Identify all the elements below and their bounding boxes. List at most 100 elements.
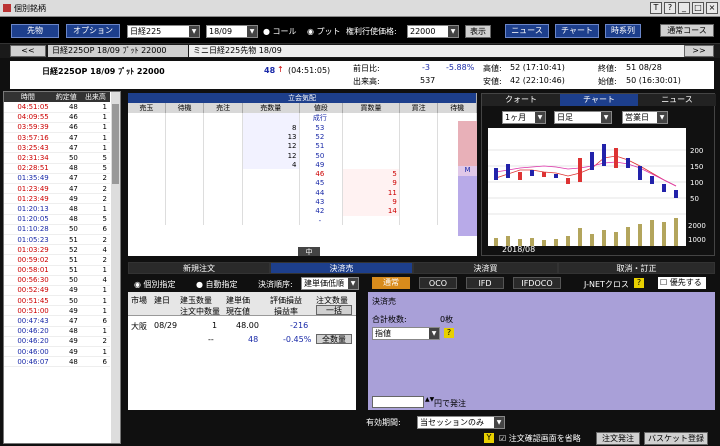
tab-option-put[interactable]: 日経225OP 18/09 ﾌﾟｯﾄ 22000 xyxy=(48,45,188,57)
board-row[interactable]: 13 52 xyxy=(128,132,477,142)
center-button[interactable]: 中 xyxy=(298,247,320,256)
board-sell-qty: 12 xyxy=(242,150,300,161)
price-input[interactable] xyxy=(372,396,424,408)
tick-time: 03:25:43 xyxy=(4,142,52,154)
board-cell xyxy=(399,150,439,161)
board-buy-qty xyxy=(342,215,400,226)
candle-type-select[interactable]: 日足 ▼ xyxy=(554,111,612,124)
tick-volume: 1 xyxy=(80,142,110,154)
tab-cancel[interactable]: 取消・訂正 xyxy=(558,262,715,274)
tick-row: 00:46:00 49 1 xyxy=(4,346,110,358)
course-button[interactable]: 通常コース xyxy=(660,24,714,37)
board-row[interactable]: 12 50 xyxy=(128,150,477,161)
call-radio[interactable]: ● コール xyxy=(263,26,297,37)
help-icon[interactable]: ? xyxy=(634,278,644,288)
basket-button[interactable]: バスケット登録 xyxy=(644,432,708,445)
tick-header-price: 約定値 xyxy=(51,92,81,102)
help-icon[interactable]: ? xyxy=(444,328,454,338)
board-buy-qty xyxy=(342,141,400,151)
order-sequence-select[interactable]: 建単価低順 ▼ xyxy=(301,277,359,290)
board-cell xyxy=(128,150,166,161)
board-row[interactable]: 45 9 xyxy=(128,178,477,189)
board-row[interactable]: 42 14 xyxy=(128,206,477,216)
symbol-value: 日経225 xyxy=(130,27,162,36)
board-row[interactable]: 4 49 xyxy=(128,160,477,170)
tab-chart[interactable]: チャート xyxy=(560,94,638,106)
validity-select[interactable]: 当セッションのみ ▼ xyxy=(417,416,505,429)
board-cell xyxy=(203,169,243,179)
ifdoco-button[interactable]: IFDOCO xyxy=(513,277,561,289)
normal-button[interactable]: 通常 xyxy=(372,277,410,289)
strike-select[interactable]: 22000 ▼ xyxy=(407,25,459,38)
board-row[interactable]: - xyxy=(128,215,477,226)
scroll-thumb[interactable] xyxy=(112,104,119,184)
price-stepper-icon[interactable]: ▲▼ xyxy=(425,396,434,403)
text-mode-button[interactable]: T xyxy=(650,2,662,14)
chevron-down-icon: ▼ xyxy=(448,26,458,37)
instrument-name: 日経225OP 18/09 ﾌﾟｯﾄ 22000 xyxy=(42,67,165,76)
board-row[interactable]: 8 53 xyxy=(128,123,477,133)
order-condition-select[interactable]: 指値 ▼ xyxy=(372,327,440,340)
tab-quote[interactable]: クォート xyxy=(482,94,560,106)
option-button[interactable]: オプション xyxy=(66,24,120,38)
volume-value: 537 xyxy=(420,76,436,85)
board-row[interactable]: 44 11 xyxy=(128,188,477,198)
tab-news[interactable]: ニュース xyxy=(638,94,716,106)
board-row[interactable]: 成行 xyxy=(128,113,477,123)
prev-label: 前日比: xyxy=(353,64,380,73)
news-button[interactable]: ニュース xyxy=(505,24,549,38)
oco-button[interactable]: OCO xyxy=(419,277,457,289)
month-select[interactable]: 18/09 ▼ xyxy=(206,25,258,38)
ikkatsu-button[interactable]: 一括 xyxy=(316,305,352,315)
help-button[interactable]: ? xyxy=(664,2,676,14)
tab-new-order[interactable]: 新規注文 xyxy=(128,262,270,274)
tick-time: 02:31:34 xyxy=(4,152,52,164)
minimize-button[interactable]: _ xyxy=(678,2,690,14)
period-select[interactable]: 1ヶ月 ▼ xyxy=(502,111,546,124)
board-cell xyxy=(203,197,243,207)
total-value: 0枚 xyxy=(440,315,454,324)
put-radio[interactable]: ◉ プット xyxy=(307,26,341,37)
next-tab-button[interactable]: >> xyxy=(684,45,714,57)
timeseries-button[interactable]: 時系列 xyxy=(605,24,641,38)
tick-volume: 1 xyxy=(80,285,110,297)
board-price: 50 xyxy=(299,150,344,161)
maximize-button[interactable]: □ xyxy=(692,2,704,14)
auto-radio[interactable]: ● 自動指定 xyxy=(196,279,238,290)
tick-scrollbar[interactable] xyxy=(111,92,120,443)
priority-checkbox[interactable]: ☐ 優先する xyxy=(658,277,706,289)
tab-mini-futures[interactable]: ミニ日経225先物 18/09 xyxy=(189,45,684,57)
row-market: 大阪 xyxy=(131,322,147,331)
tick-volume: 1 xyxy=(80,132,110,144)
board-row[interactable]: 12 51 xyxy=(128,141,477,151)
send-order-button[interactable]: 注文発注 xyxy=(596,432,640,445)
symbol-tab-row: << 日経225OP 18/09 ﾌﾟｯﾄ 22000 ミニ日経225先物 18… xyxy=(0,44,720,58)
y-button[interactable]: Y xyxy=(484,433,494,443)
board-cell xyxy=(165,123,205,133)
board-row[interactable]: 46 5 xyxy=(128,169,477,179)
tick-time: 00:46:07 xyxy=(4,356,52,368)
ifd-button[interactable]: IFD xyxy=(466,277,504,289)
days-select[interactable]: 営業日 ▼ xyxy=(622,111,668,124)
all-qty-button[interactable]: 全数量 xyxy=(316,334,352,344)
show-button[interactable]: 表示 xyxy=(465,25,491,38)
chart-button[interactable]: チャート xyxy=(555,24,599,38)
board-row[interactable]: 43 9 xyxy=(128,197,477,207)
tick-price: 50 xyxy=(51,224,81,235)
close-button[interactable]: × xyxy=(706,2,718,14)
prev-tab-button[interactable]: << xyxy=(10,45,46,57)
candlestick-chart[interactable]: 200 150 100 50 2000 1000 xyxy=(488,128,710,252)
tab-settle-sell[interactable]: 決済売 xyxy=(270,262,413,274)
tick-volume: 5 xyxy=(80,214,110,225)
tick-time: 02:28:51 xyxy=(4,163,52,174)
board-cell xyxy=(203,215,243,226)
tab-settle-buy[interactable]: 決済買 xyxy=(413,262,558,274)
skip-confirm-checkbox[interactable]: ☑ 注文確認画面を省略 xyxy=(499,433,581,444)
tick-volume: 2 xyxy=(80,254,110,266)
individual-radio[interactable]: ◉ 個別指定 xyxy=(134,279,176,290)
symbol-select[interactable]: 日経225 ▼ xyxy=(127,25,200,38)
futures-button[interactable]: 先物 xyxy=(11,24,59,38)
board-price: 45 xyxy=(299,178,344,189)
board-price: 51 xyxy=(299,141,344,151)
tick-volume: 1 xyxy=(80,326,110,337)
